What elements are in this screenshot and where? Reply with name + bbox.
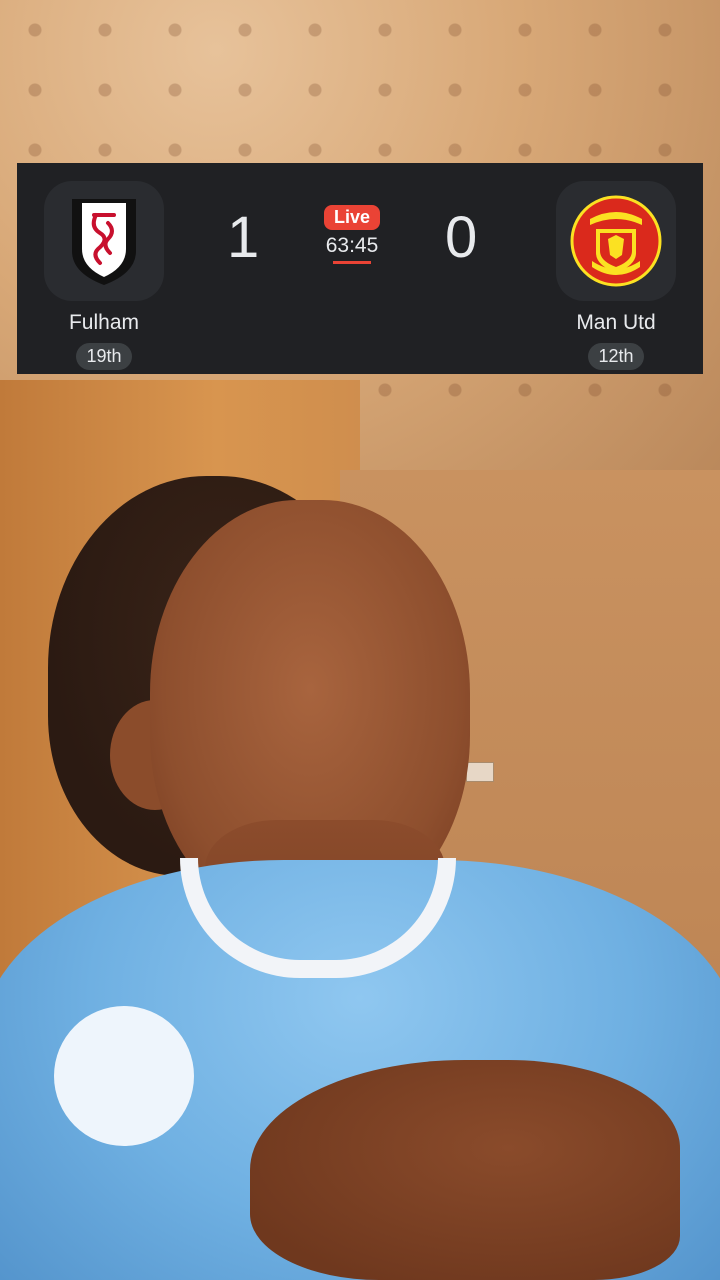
home-team-name: Fulham [68,311,140,334]
match-clock: 63:45 [325,234,379,257]
manchester-united-crest-icon [570,195,662,287]
home-team-rank: 19th [76,343,132,370]
home-score: 1 [227,205,260,270]
away-team-rank: 12th [588,343,644,370]
away-crest-container[interactable] [556,181,676,301]
fulham-crest-icon [72,199,136,285]
home-team[interactable]: Fulham 19th [44,181,164,370]
live-scoreboard[interactable]: Fulham 19th 1 Live 63:45 0 Man Utd 12th [17,163,703,374]
home-crest-container[interactable] [44,181,164,301]
wall-outlet [466,762,494,782]
person-hand [250,1060,680,1280]
shirt-badge [54,1006,194,1146]
away-team[interactable]: Man Utd 12th [556,181,676,370]
away-team-name: Man Utd [576,311,656,334]
clock-underline [333,261,371,264]
match-status: Live 63:45 [307,205,397,264]
away-score: 0 [445,205,478,270]
live-badge: Live [323,205,381,230]
